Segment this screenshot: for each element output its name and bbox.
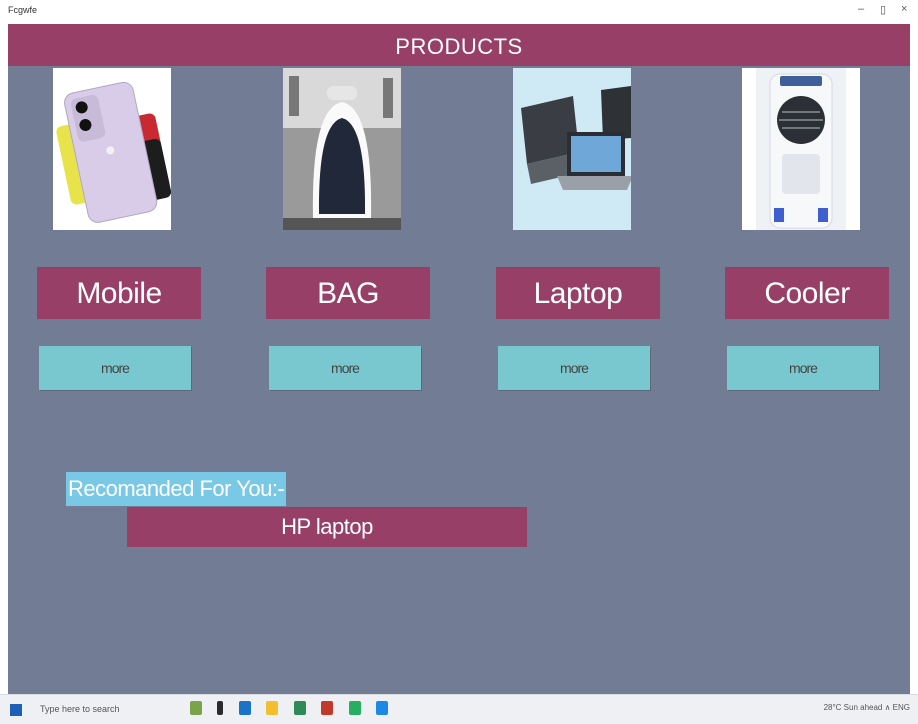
backpack-image [283, 68, 401, 230]
product-label-bag: BAG [266, 267, 430, 319]
recommendation-label: Recomanded For You:- [66, 472, 287, 506]
app-icon-red[interactable] [321, 701, 334, 715]
close-icon[interactable]: × [901, 3, 907, 15]
more-button-bag[interactable]: more [269, 346, 421, 390]
maximize-icon[interactable]: ▯ [880, 3, 886, 16]
window-title-bar: Fcgwfe – ▯ × [0, 0, 918, 24]
windows-start-icon[interactable] [10, 704, 22, 716]
weather-app-icon[interactable] [190, 701, 202, 715]
air-cooler-image [742, 68, 860, 230]
app-icon-blue[interactable] [376, 701, 389, 715]
product-label-laptop: Laptop [496, 267, 660, 319]
window-title: Fcgwfe [8, 5, 38, 15]
taskbar-app-icons [190, 701, 399, 720]
task-view-icon[interactable] [217, 701, 224, 715]
app-window: PRODUCTS Mobile BAG Laptop Cooler more m… [8, 24, 910, 694]
more-button-cooler[interactable]: more [727, 346, 879, 390]
laptop-image [513, 68, 631, 230]
taskbar: Type here to search 28°C Sun ahead ∧ ENG [0, 694, 918, 724]
system-tray[interactable]: 28°C Sun ahead ∧ ENG [824, 703, 910, 712]
page-title: PRODUCTS [8, 24, 910, 66]
edge-icon[interactable] [238, 701, 251, 715]
recommendation-value: HP laptop [127, 507, 527, 547]
more-button-laptop[interactable]: more [498, 346, 650, 390]
mobile-phone-image [53, 68, 171, 230]
product-label-cooler: Cooler [725, 267, 889, 319]
more-button-mobile[interactable]: more [39, 346, 191, 390]
app-icon-green[interactable] [348, 701, 361, 715]
chrome-icon[interactable] [293, 701, 306, 715]
minimize-icon[interactable]: – [858, 3, 864, 15]
file-explorer-icon[interactable] [266, 701, 279, 715]
taskbar-search[interactable]: Type here to search [40, 704, 120, 714]
product-label-mobile: Mobile [37, 267, 201, 319]
